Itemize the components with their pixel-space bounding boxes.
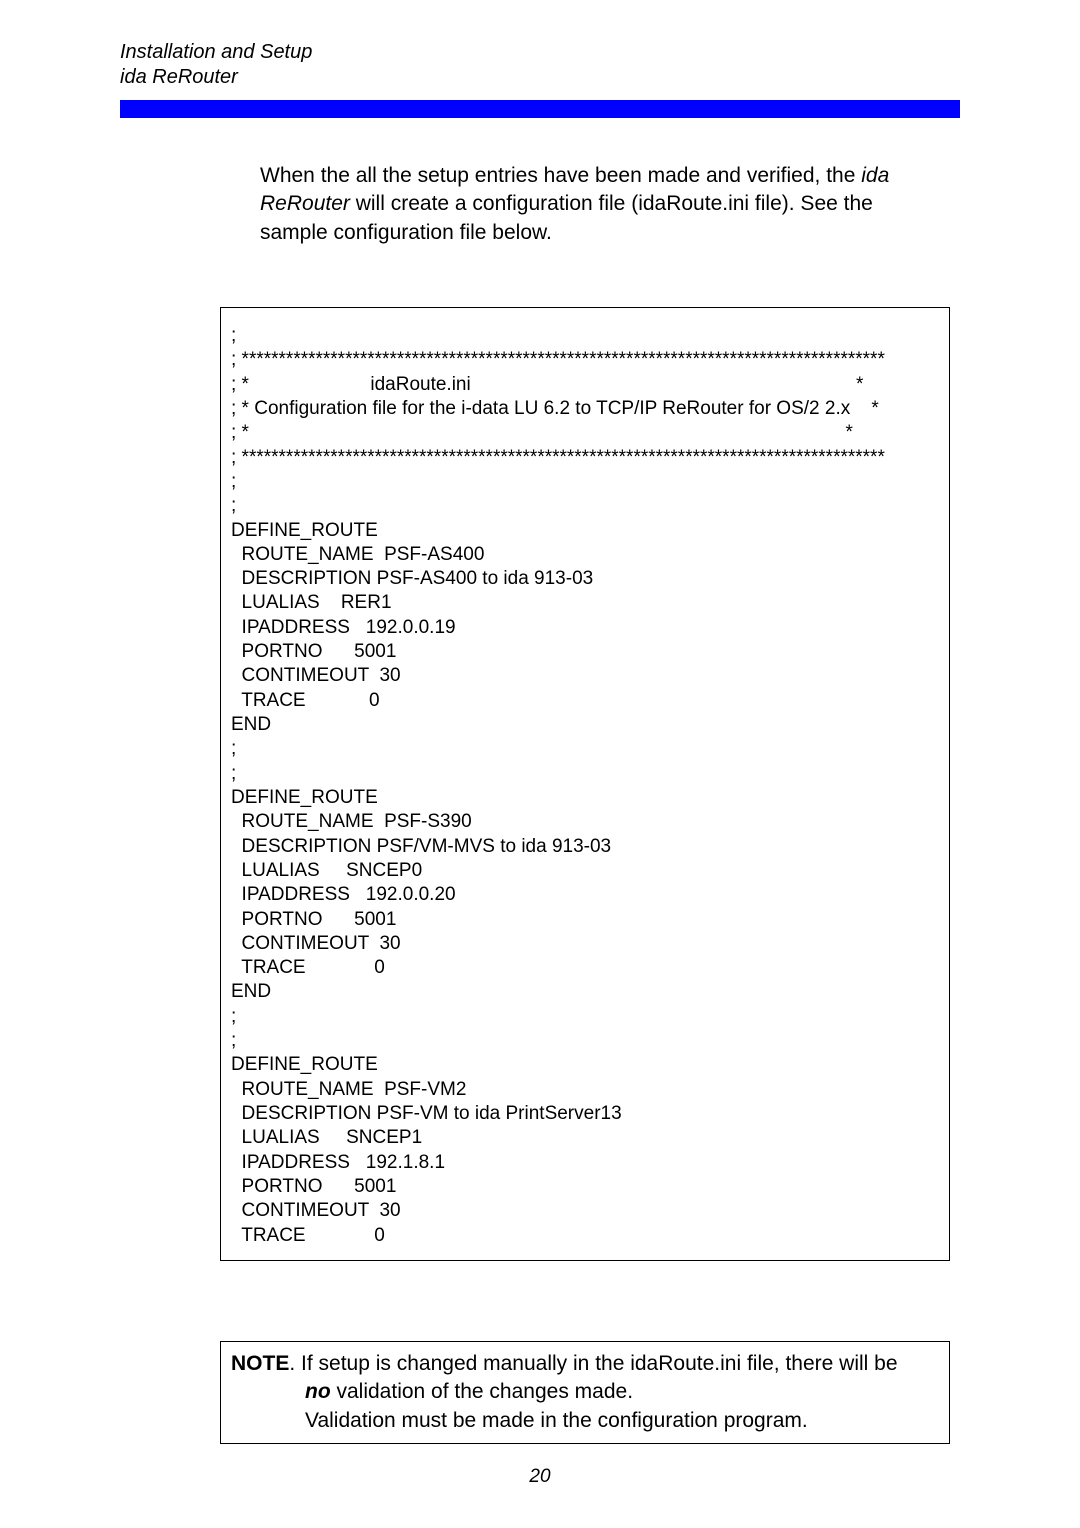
intro-post: will create a configuration file (idaRou… [260, 192, 873, 243]
note-line2: Validation must be made in the configura… [305, 1407, 939, 1435]
note-sep: . [289, 1352, 301, 1375]
config-file-content: ; ; ************************************… [231, 324, 939, 1248]
page-number: 20 [0, 1466, 1080, 1488]
note-indent-1: no validation of the changes made. [305, 1378, 939, 1406]
note-line1-c: validation of the changes made. [331, 1380, 633, 1403]
page: Installation and Setup ida ReRouter When… [0, 0, 1080, 1528]
note-box: NOTE. If setup is changed manually in th… [220, 1341, 950, 1444]
note-line1-a: If setup is changed manually in the idaR… [301, 1352, 898, 1375]
config-file-box: ; ; ************************************… [220, 307, 950, 1261]
header-line-2: ida ReRouter [120, 65, 960, 90]
header-divider-bar [120, 100, 960, 118]
page-header: Installation and Setup ida ReRouter [120, 40, 960, 90]
intro-pre: When the all the setup entries have been… [260, 164, 861, 187]
intro-paragraph: When the all the setup entries have been… [260, 162, 930, 247]
note-label: NOTE [231, 1352, 289, 1375]
header-line-1: Installation and Setup [120, 40, 960, 65]
note-no: no [305, 1380, 331, 1403]
